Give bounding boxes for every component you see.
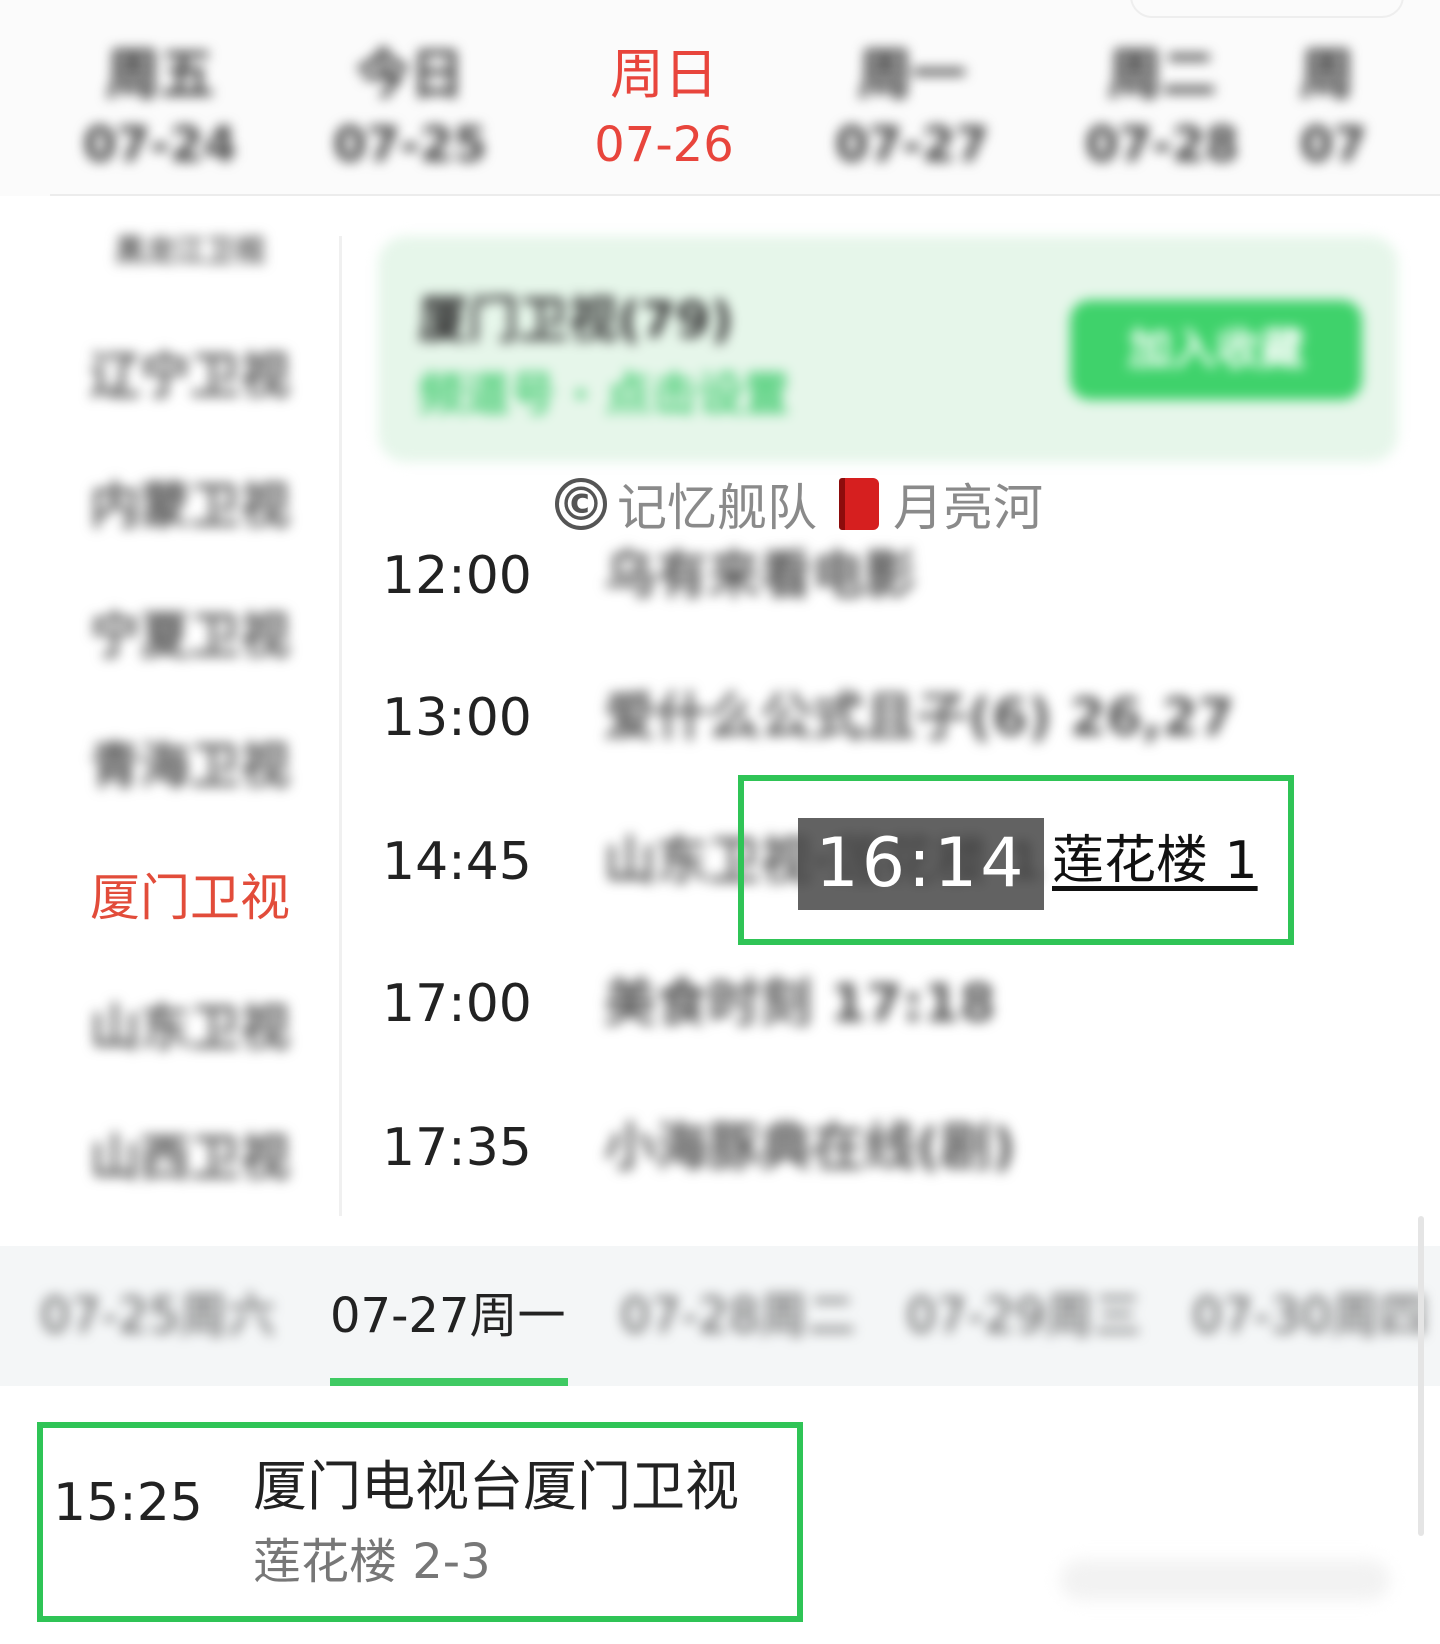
date-tab[interactable]: 07-30周四 bbox=[1192, 1284, 1427, 1348]
day-tab-fri[interactable]: 周五 07-24 bbox=[60, 40, 260, 180]
schedule-program: 爱什么公式且子(6) 26,27 bbox=[604, 688, 1235, 748]
day-tab-tue[interactable]: 周二 07-28 bbox=[1062, 40, 1262, 180]
date-tab-strip: 07-25周六 07-27周一 07-28周二 07-29周三 07-30周四 bbox=[0, 1246, 1440, 1386]
day-tab-name: 周一 bbox=[858, 43, 966, 106]
day-tab-next[interactable]: 周 07 bbox=[1300, 40, 1440, 180]
date-tab-active[interactable]: 07-27周一 bbox=[330, 1284, 565, 1348]
watermark-text-2: 月亮河 bbox=[893, 479, 1043, 537]
schedule-program: 乌有来看电影 bbox=[604, 546, 917, 606]
faint-background-shape bbox=[1060, 1560, 1390, 1600]
day-tab-mon[interactable]: 周一 07-27 bbox=[812, 40, 1012, 180]
bottom-program-episode: 莲花楼 2-3 bbox=[253, 1534, 491, 1590]
schedule-time: 17:35 bbox=[382, 1118, 532, 1178]
date-tab[interactable]: 07-28周二 bbox=[620, 1284, 855, 1348]
channel-item[interactable]: 内蒙卫视 bbox=[60, 466, 320, 538]
watermark-text-1: 记忆舰队 bbox=[617, 479, 817, 537]
channel-item[interactable]: 黑龙江卫视 bbox=[60, 226, 320, 270]
channel-item[interactable]: 青海卫视 bbox=[60, 726, 320, 798]
day-tab-name: 周二 bbox=[1108, 43, 1216, 106]
day-tab-name: 周五 bbox=[106, 43, 214, 106]
day-tab-date: 07-28 bbox=[1085, 117, 1239, 173]
day-tab-date: 07-24 bbox=[83, 117, 237, 173]
day-tab-today[interactable]: 今日 07-25 bbox=[310, 40, 510, 180]
schedule-time: 17:00 bbox=[382, 974, 532, 1034]
channel-item[interactable]: 辽宁卫视 bbox=[60, 336, 320, 408]
day-tabs: 周五 07-24 今日 07-25 周日 07-26 周一 07-27 周二 0… bbox=[0, 0, 1440, 196]
red-book-icon bbox=[839, 478, 879, 530]
scrollbar[interactable] bbox=[1418, 1216, 1424, 1536]
channel-item[interactable]: 宁夏卫视 bbox=[60, 596, 320, 668]
schedule-time: 12:00 bbox=[382, 546, 532, 606]
schedule-time: 14:45 bbox=[382, 832, 532, 892]
watermark: © 记忆舰队 月亮河 bbox=[555, 472, 1043, 537]
highlight-box-top bbox=[738, 775, 1294, 945]
channel-item-active[interactable]: 厦门卫视 bbox=[60, 858, 320, 930]
schedule-program: 小海豚典在线(剧) bbox=[604, 1118, 1016, 1178]
channel-promo-card[interactable]: 厦门卫视(79) 频道号 · 点击设置 加入收藏 bbox=[378, 236, 1398, 462]
channel-item[interactable]: 山西卫视 bbox=[60, 1118, 320, 1190]
bottom-program-time: 15:25 bbox=[53, 1473, 203, 1533]
day-tab-date: 07-25 bbox=[333, 117, 487, 173]
day-tab-date: 07-27 bbox=[835, 117, 989, 173]
day-tab-name: 周 bbox=[1300, 43, 1354, 106]
sidebar-divider bbox=[339, 236, 342, 1216]
add-favorite-button-label: 加入收藏 bbox=[1128, 324, 1304, 375]
promo-subtitle: 频道号 · 点击设置 bbox=[418, 367, 790, 421]
channel-item[interactable]: 山东卫视 bbox=[60, 988, 320, 1060]
top-pill bbox=[1130, 0, 1404, 18]
day-tab-name: 周日 bbox=[610, 43, 718, 106]
copyright-icon: © bbox=[555, 477, 607, 531]
highlight-box-bottom[interactable]: 15:25 厦门电视台厦门卫视 莲花楼 2-3 bbox=[37, 1422, 803, 1622]
day-tab-date: 07-26 bbox=[594, 117, 734, 173]
date-tab[interactable]: 07-29周三 bbox=[906, 1284, 1141, 1348]
schedule-time: 13:00 bbox=[382, 688, 532, 748]
active-tab-underline bbox=[330, 1378, 568, 1386]
day-tab-date: 07 bbox=[1300, 117, 1367, 173]
date-tab[interactable]: 07-25周六 bbox=[40, 1284, 275, 1348]
add-favorite-button[interactable]: 加入收藏 bbox=[1070, 300, 1362, 400]
day-tab-name: 今日 bbox=[356, 43, 464, 106]
promo-title: 厦门卫视(79) bbox=[418, 291, 734, 349]
bottom-program-channel: 厦门电视台厦门卫视 bbox=[253, 1455, 739, 1518]
schedule-program: 美食时刻 17:18 bbox=[604, 974, 996, 1034]
day-tab-sun[interactable]: 周日 07-26 bbox=[564, 40, 764, 180]
